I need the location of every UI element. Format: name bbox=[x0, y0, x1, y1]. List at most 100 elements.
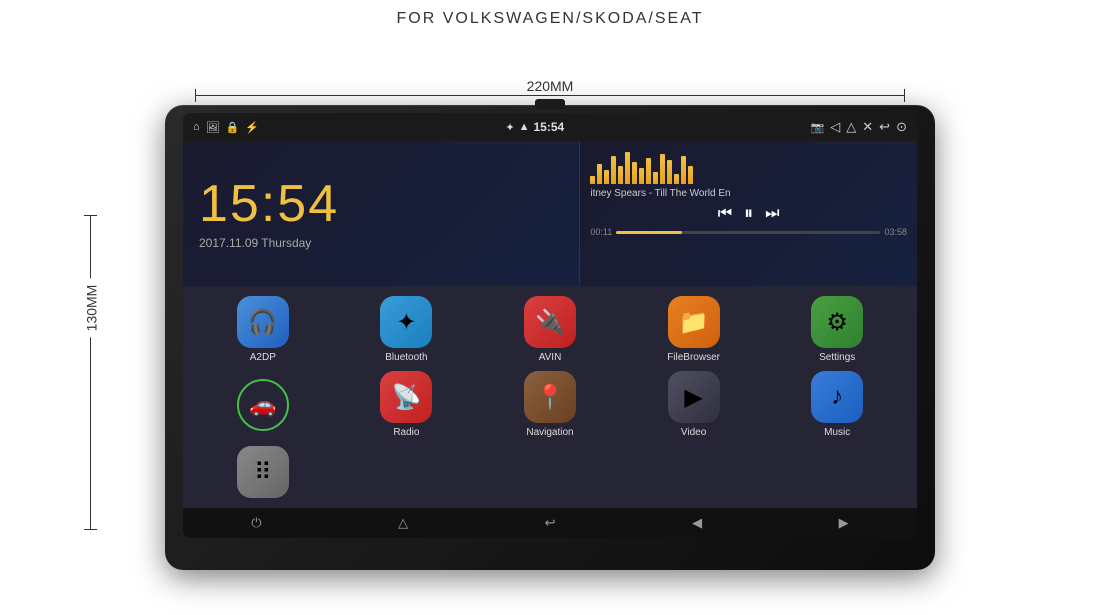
app-grid: 🎧 A2DP ✦ Bluetooth 🔌 AVIN 📁 FileBrowser ⚙ Setting… bbox=[183, 286, 917, 508]
screen-bezel: ⌂ 🖼 🔒 ⚡ ✦ ▲ 15:54 📷 ◁ △ ✕ ↩ ⊙ bbox=[183, 113, 917, 538]
device-notch bbox=[535, 99, 565, 109]
elapsed-time: 00:11 bbox=[590, 227, 612, 237]
width-dimension-right-tick bbox=[904, 89, 905, 102]
app-item-video[interactable]: ▶ Video bbox=[624, 369, 764, 440]
eq-bar bbox=[604, 170, 609, 184]
usb-icon: ⚡ bbox=[245, 121, 259, 134]
volume-icon: ◁ bbox=[830, 119, 840, 135]
app-label-music: Music bbox=[824, 427, 850, 438]
eq-bar bbox=[667, 160, 672, 184]
android-icon: ⊙ bbox=[896, 119, 907, 135]
eq-bar bbox=[660, 154, 665, 184]
clock-date: 2017.11.09 Thursday bbox=[199, 236, 563, 250]
back-nav-icon: ↩ bbox=[879, 119, 890, 135]
status-bar-right: 📷 ◁ △ ✕ ↩ ⊙ bbox=[811, 119, 907, 135]
eq-bar bbox=[625, 152, 630, 184]
height-dimension-line bbox=[90, 215, 91, 530]
next-button[interactable]: ⏭ bbox=[765, 205, 779, 223]
home-icon: ⌂ bbox=[193, 121, 200, 133]
app-item-bluetooth[interactable]: ✦ Bluetooth bbox=[337, 294, 477, 365]
status-bar: ⌂ 🖼 🔒 ⚡ ✦ ▲ 15:54 📷 ◁ △ ✕ ↩ ⊙ bbox=[183, 113, 917, 141]
lock-icon: 🔒 bbox=[226, 121, 240, 134]
app-item-avin[interactable]: 🔌 AVIN bbox=[480, 294, 620, 365]
eq-bar bbox=[639, 168, 644, 184]
app-item-car[interactable]: 🚗 bbox=[193, 369, 333, 440]
eq-bar bbox=[590, 176, 595, 184]
bottom-navigation: ⏻ △ ↩ ◀ ▶ bbox=[183, 508, 917, 538]
app-icon-more: ⠿ bbox=[237, 446, 289, 498]
width-dimension-line bbox=[195, 95, 905, 96]
status-time: 15:54 bbox=[534, 120, 565, 134]
eq-bar bbox=[653, 172, 658, 184]
progress-fill bbox=[616, 231, 682, 234]
eq-bar bbox=[646, 158, 651, 184]
bottom-nav-btn-2[interactable]: ↩ bbox=[545, 515, 556, 531]
bluetooth-status-icon: ✦ bbox=[505, 121, 514, 134]
eq-bar bbox=[632, 162, 637, 184]
camera-status-icon: 📷 bbox=[811, 121, 825, 134]
eq-bar bbox=[688, 166, 693, 184]
image-icon: 🖼 bbox=[206, 121, 220, 134]
status-bar-center: ✦ ▲ 15:54 bbox=[505, 120, 564, 134]
eq-bar bbox=[597, 164, 602, 184]
app-label-bluetooth: Bluetooth bbox=[385, 352, 427, 363]
app-label-navigation: Navigation bbox=[526, 427, 573, 438]
app-item-settings[interactable]: ⚙ Settings bbox=[767, 294, 907, 365]
app-label-video: Video bbox=[681, 427, 706, 438]
width-dimension-left-tick bbox=[195, 89, 196, 102]
play-button[interactable]: ⏸ bbox=[744, 203, 753, 224]
eq-bar bbox=[618, 166, 623, 184]
app-icon-settings: ⚙ bbox=[811, 296, 863, 348]
bottom-nav-btn-4[interactable]: ▶ bbox=[839, 515, 849, 531]
app-icon-bluetooth: ✦ bbox=[380, 296, 432, 348]
close-nav-icon: ✕ bbox=[862, 119, 873, 135]
widget-area: 15:54 2017.11.09 Thursday itney Spears -… bbox=[183, 141, 917, 286]
width-dimension-label: 220MM bbox=[519, 78, 582, 94]
app-icon-music: ♪ bbox=[811, 371, 863, 423]
music-controls[interactable]: ⏮ ⏸ ⏭ bbox=[590, 203, 907, 224]
app-label-avin: AVIN bbox=[539, 352, 562, 363]
bottom-nav-btn-3[interactable]: ◀ bbox=[692, 515, 702, 531]
eq-bar bbox=[681, 156, 686, 184]
app-item-radio[interactable]: 📡 Radio bbox=[337, 369, 477, 440]
device-bottom-buttons bbox=[165, 538, 935, 570]
eject-icon: △ bbox=[846, 119, 856, 135]
app-label-radio: Radio bbox=[393, 427, 419, 438]
eq-bar bbox=[674, 174, 679, 184]
progress-track bbox=[616, 231, 880, 234]
app-label-filebrowser: FileBrowser bbox=[667, 352, 720, 363]
app-item-more[interactable]: ⠿ bbox=[193, 444, 333, 500]
bottom-nav-btn-0[interactable]: ⏻ bbox=[251, 515, 261, 531]
page-title: FOR VOLKSWAGEN/SKODA/SEAT bbox=[0, 0, 1100, 28]
app-item-a2dp[interactable]: 🎧 A2DP bbox=[193, 294, 333, 365]
clock-display: 15:54 bbox=[199, 178, 563, 230]
app-icon-car: 🚗 bbox=[237, 379, 289, 431]
clock-widget: 15:54 2017.11.09 Thursday bbox=[183, 141, 579, 286]
app-icon-navigation: 📍 bbox=[524, 371, 576, 423]
total-time: 03:58 bbox=[884, 227, 907, 237]
music-widget: itney Spears - Till The World En ⏮ ⏸ ⏭ 0… bbox=[579, 141, 917, 286]
wifi-status-icon: ▲ bbox=[519, 121, 530, 133]
app-icon-filebrowser: 📁 bbox=[668, 296, 720, 348]
app-icon-video: ▶ bbox=[668, 371, 720, 423]
music-title: itney Spears - Till The World En bbox=[590, 188, 907, 199]
app-icon-a2dp: 🎧 bbox=[237, 296, 289, 348]
app-label-settings: Settings bbox=[819, 352, 855, 363]
bottom-nav-btn-1[interactable]: △ bbox=[398, 515, 408, 531]
app-label-a2dp: A2DP bbox=[250, 352, 276, 363]
music-progress-bar: 00:11 03:58 bbox=[590, 227, 907, 237]
app-icon-avin: 🔌 bbox=[524, 296, 576, 348]
prev-button[interactable]: ⏮ bbox=[718, 205, 732, 223]
app-item-navigation[interactable]: 📍 Navigation bbox=[480, 369, 620, 440]
height-dimension-bottom-tick bbox=[84, 529, 97, 530]
height-dimension-top-tick bbox=[84, 215, 97, 216]
screen-content: 15:54 2017.11.09 Thursday itney Spears -… bbox=[183, 141, 917, 508]
equalizer bbox=[590, 149, 907, 184]
height-dimension-label: 130MM bbox=[83, 278, 99, 337]
device-shell: ⌂ 🖼 🔒 ⚡ ✦ ▲ 15:54 📷 ◁ △ ✕ ↩ ⊙ bbox=[165, 105, 935, 570]
app-item-filebrowser[interactable]: 📁 FileBrowser bbox=[624, 294, 764, 365]
status-bar-left: ⌂ 🖼 🔒 ⚡ bbox=[193, 121, 259, 134]
eq-bar bbox=[611, 156, 616, 184]
app-icon-radio: 📡 bbox=[380, 371, 432, 423]
app-item-music[interactable]: ♪ Music bbox=[767, 369, 907, 440]
